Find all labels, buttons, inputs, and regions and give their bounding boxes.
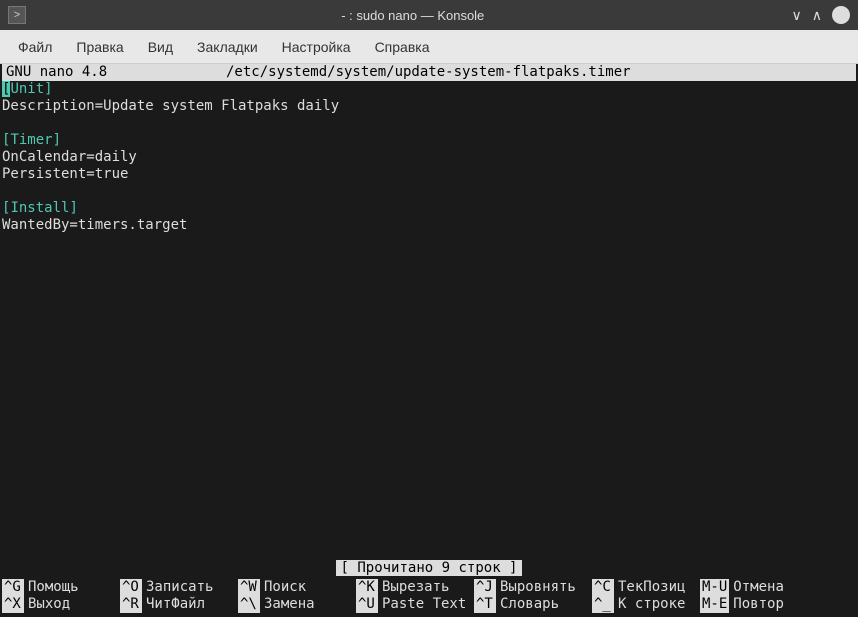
content-line: Persistent=true <box>2 166 856 183</box>
shortcut-label: Помощь <box>28 579 79 596</box>
shortcut-item: ^WПоиск <box>238 579 348 596</box>
shortcut-key: ^_ <box>592 596 614 613</box>
shortcut-item: ^_К строке <box>592 596 692 613</box>
window-title: - : sudo nano — Konsole <box>34 8 792 23</box>
close-button[interactable]: ✕ <box>832 6 850 24</box>
shortcut-label: Отмена <box>733 579 784 596</box>
shortcut-item: ^TСловарь <box>474 596 584 613</box>
shortcut-item: ^\Замена <box>238 596 348 613</box>
shortcut-key: ^G <box>2 579 24 596</box>
shortcut-item: ^CТекПозиц <box>592 579 692 596</box>
terminal-area[interactable]: GNU nano 4.8 /etc/systemd/system/update-… <box>0 64 858 617</box>
shortcut-label: Вырезать <box>382 579 449 596</box>
shortcut-key: ^\ <box>238 596 260 613</box>
shortcut-key: ^R <box>120 596 142 613</box>
shortcut-key: ^X <box>2 596 24 613</box>
shortcut-label: ЧитФайл <box>146 596 205 613</box>
content-line: Description=Update system Flatpaks daily <box>2 98 856 115</box>
content-line: OnCalendar=daily <box>2 149 856 166</box>
app-icon: > <box>8 6 26 24</box>
shortcut-item: ^GПомощь <box>2 579 112 596</box>
section-unit: Unit <box>10 81 44 97</box>
minimize-button[interactable]: ∨ <box>792 7 802 24</box>
nano-version: GNU nano 4.8 <box>6 64 226 81</box>
shortcut-label: Словарь <box>500 596 559 613</box>
shortcut-label: Поиск <box>264 579 306 596</box>
shortcut-item: ^OЗаписать <box>120 579 230 596</box>
shortcut-item: M-UОтмена <box>700 579 790 596</box>
shortcut-key: ^O <box>120 579 142 596</box>
shortcut-label: Выход <box>28 596 70 613</box>
nano-footer: [ Прочитано 9 строк ] ^GПомощь ^OЗаписать… <box>0 560 858 617</box>
menu-view[interactable]: Вид <box>138 33 183 61</box>
nano-filepath: /etc/systemd/system/update-system-flatpa… <box>226 64 852 81</box>
content-line: WantedBy=timers.target <box>2 217 856 234</box>
window-controls: ∨ ∧ ✕ <box>792 6 851 24</box>
shortcut-item: ^UPaste Text <box>356 596 466 613</box>
section-timer: Timer <box>10 132 52 148</box>
shortcut-label: Замена <box>264 596 315 613</box>
shortcut-item: ^RЧитФайл <box>120 596 230 613</box>
shortcut-key: ^U <box>356 596 378 613</box>
shortcut-label: Повтор <box>733 596 784 613</box>
shortcut-item: ^XВыход <box>2 596 112 613</box>
shortcut-item: M-EПовтор <box>700 596 790 613</box>
menu-file[interactable]: Файл <box>8 33 62 61</box>
shortcut-key: ^K <box>356 579 378 596</box>
nano-shortcuts: ^GПомощь^OЗаписать^WПоиск^KВырезать^JВыр… <box>2 579 856 613</box>
menu-settings[interactable]: Настройка <box>272 33 361 61</box>
shortcut-key: ^T <box>474 596 496 613</box>
nano-status-text: [ Прочитано 9 строк ] <box>336 560 521 576</box>
shortcut-item: ^JВыровнять <box>474 579 584 596</box>
nano-editor-content[interactable]: [Unit] Description=Update system Flatpak… <box>0 81 858 234</box>
shortcut-label: К строке <box>618 596 685 613</box>
menu-edit[interactable]: Правка <box>66 33 133 61</box>
section-install: Install <box>10 200 69 216</box>
shortcut-key: ^C <box>592 579 614 596</box>
shortcut-label: Paste Text <box>382 596 466 613</box>
shortcut-label: ТекПозиц <box>618 579 685 596</box>
menu-bookmarks[interactable]: Закладки <box>187 33 268 61</box>
nano-status-line: [ Прочитано 9 строк ] <box>2 560 856 577</box>
maximize-button[interactable]: ∧ <box>812 7 822 24</box>
shortcut-label: Выровнять <box>500 579 576 596</box>
shortcut-key: ^J <box>474 579 496 596</box>
nano-header: GNU nano 4.8 /etc/systemd/system/update-… <box>2 64 856 81</box>
shortcut-key: M-E <box>700 596 729 613</box>
shortcut-key: ^W <box>238 579 260 596</box>
shortcut-key: M-U <box>700 579 729 596</box>
menubar: Файл Правка Вид Закладки Настройка Справ… <box>0 30 858 64</box>
menu-help[interactable]: Справка <box>365 33 440 61</box>
shortcut-item: ^KВырезать <box>356 579 466 596</box>
shortcut-label: Записать <box>146 579 213 596</box>
window-titlebar: > - : sudo nano — Konsole ∨ ∧ ✕ <box>0 0 858 30</box>
